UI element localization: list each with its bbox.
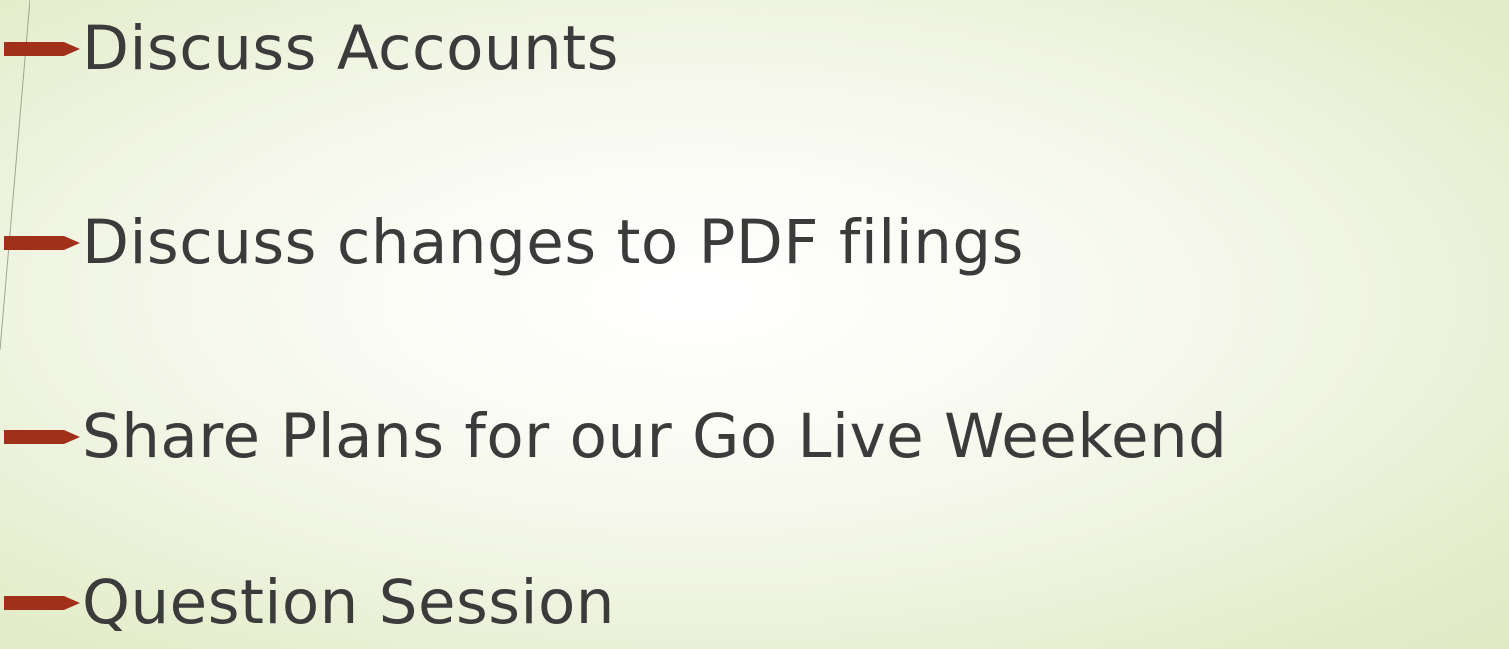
bullet-item-discuss-accounts: Discuss Accounts xyxy=(0,9,619,89)
bullet-item-question-session: Question Session xyxy=(0,563,615,643)
arrow-bullet-icon xyxy=(4,236,80,250)
bullet-text: Discuss changes to PDF filings xyxy=(82,207,1024,278)
bullet-text: Discuss Accounts xyxy=(82,13,619,84)
arrow-bullet-icon xyxy=(4,430,80,444)
bullet-text: Question Session xyxy=(82,567,615,638)
bullet-item-discuss-changes: Discuss changes to PDF filings xyxy=(0,203,1024,283)
bullet-text: Share Plans for our Go Live Weekend xyxy=(82,401,1228,472)
bullet-item-share-plans: Share Plans for our Go Live Weekend xyxy=(0,397,1227,477)
slide: { "slide": { "bullet_color": "#a1301a", … xyxy=(0,0,1509,649)
bullet-list: Discuss Accounts Discuss changes to PDF … xyxy=(0,0,1509,649)
arrow-bullet-icon xyxy=(4,596,80,610)
arrow-bullet-icon xyxy=(4,42,80,56)
